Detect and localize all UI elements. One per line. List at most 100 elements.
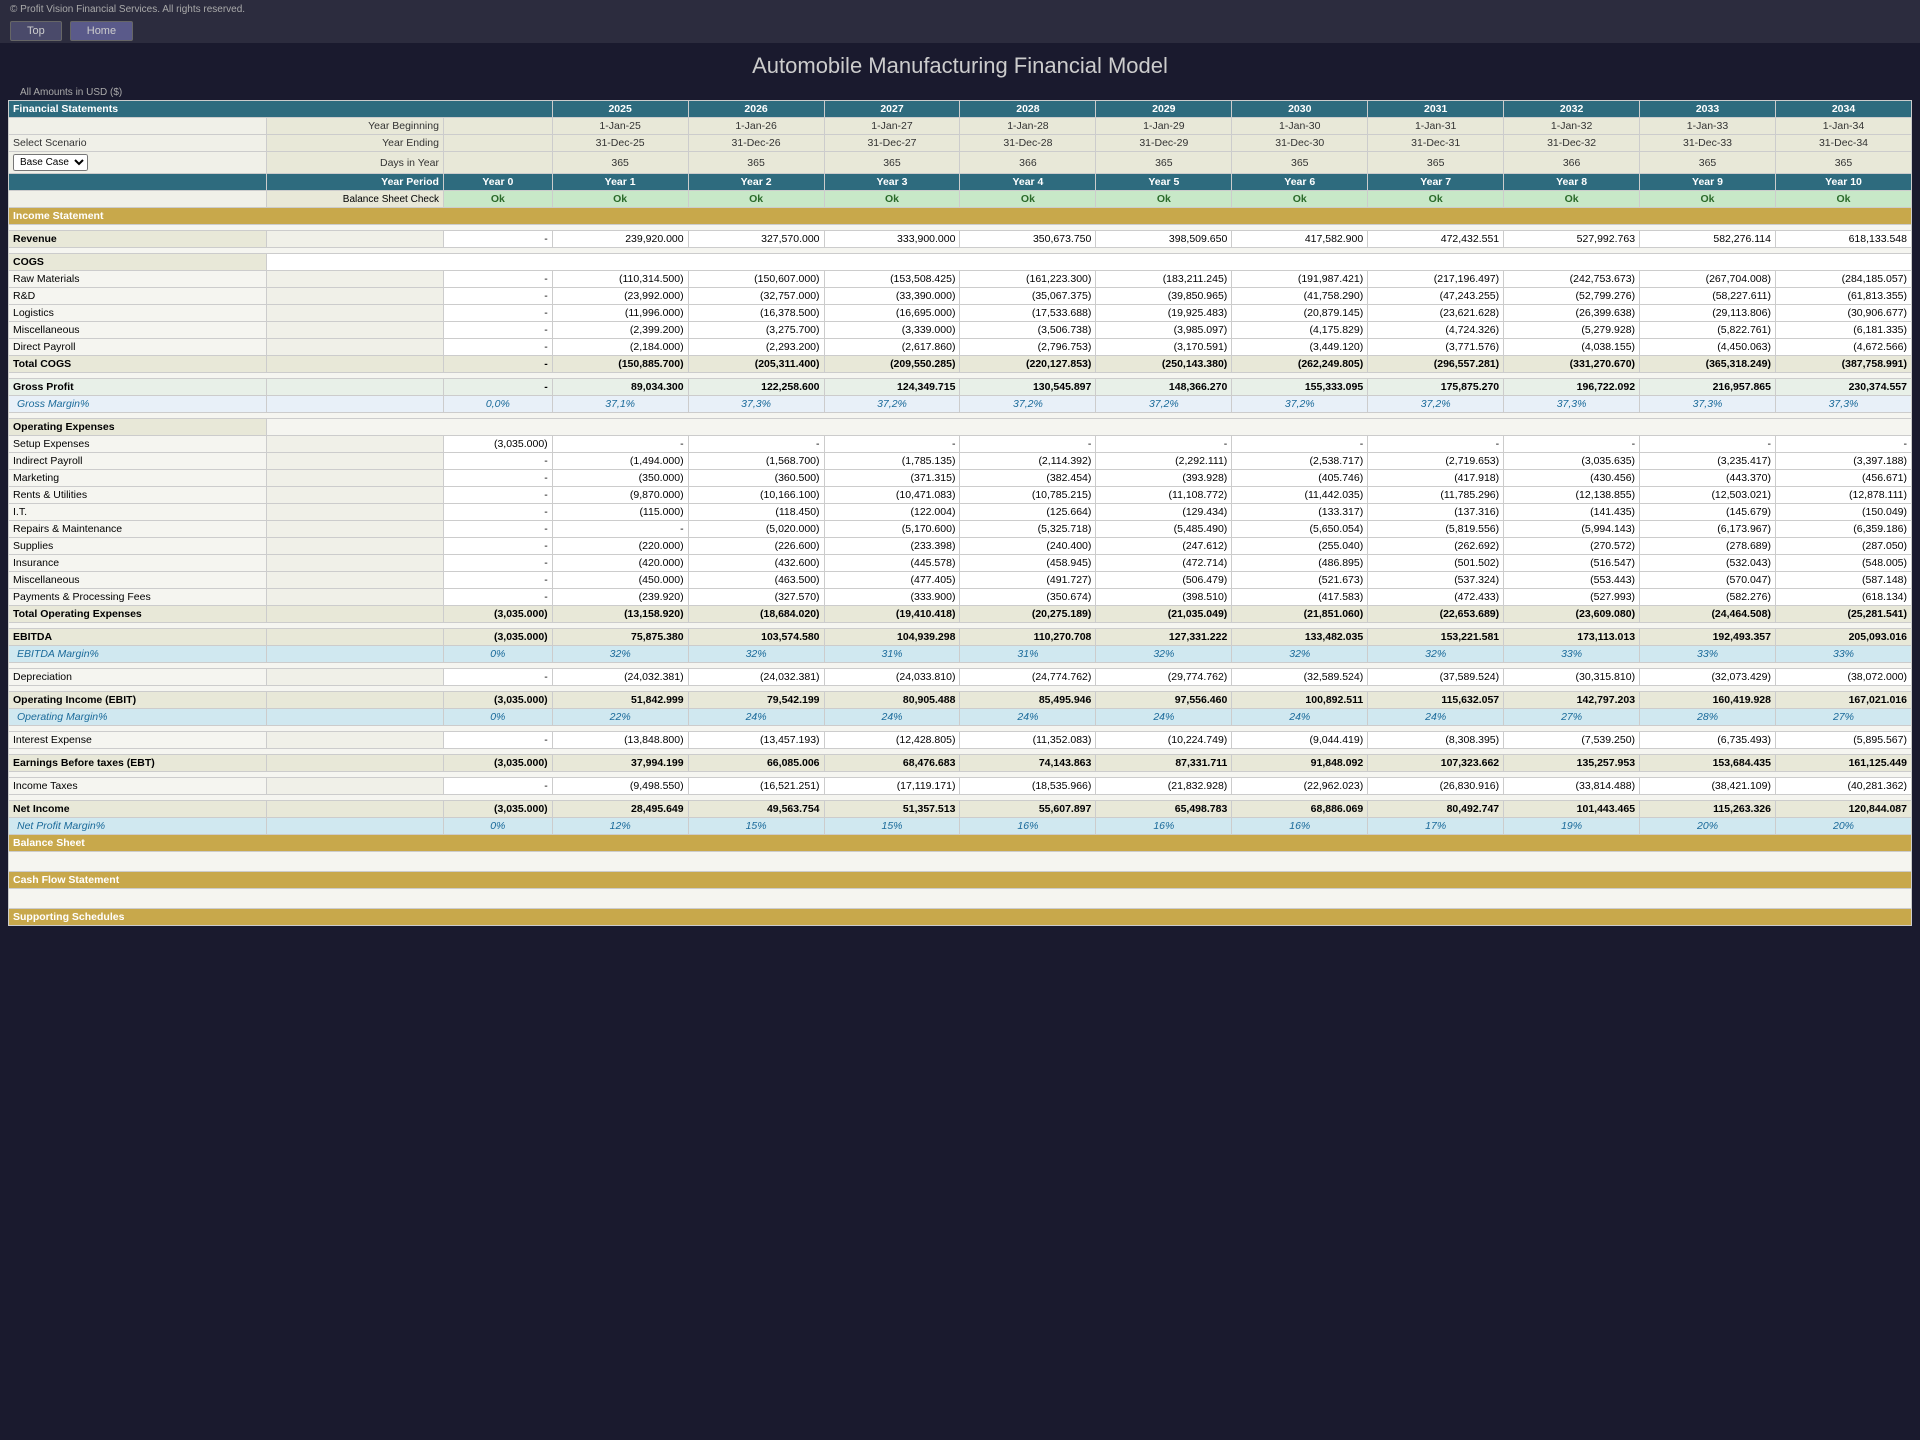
- year-2032: 2032: [1504, 101, 1640, 118]
- ebt-label: Earnings Before taxes (EBT): [9, 755, 267, 772]
- ok-2: Ok: [688, 191, 824, 208]
- opex-header-row: Operating Expenses: [9, 419, 1912, 436]
- year-0-label: Year 0: [443, 174, 552, 191]
- revenue-y5: 398,509.650: [1096, 231, 1232, 248]
- year-2-label: Year 2: [688, 174, 824, 191]
- days-2028: 366: [960, 152, 1096, 174]
- rents-label: Rents & Utilities: [9, 487, 267, 504]
- repairs-label: Repairs & Maintenance: [9, 521, 267, 538]
- year-ending-label: Year Ending: [267, 135, 444, 152]
- revenue-y4: 350,673.750: [960, 231, 1096, 248]
- empty-period-1: [9, 174, 267, 191]
- year-2026: 2026: [688, 101, 824, 118]
- days-label: Days in Year: [267, 152, 444, 174]
- end-2027: 31-Dec-27: [824, 135, 960, 152]
- financial-table: Financial Statements 2025 2026 2027 2028…: [8, 100, 1912, 926]
- ok-8: Ok: [1504, 191, 1640, 208]
- begin-2032: 1-Jan-32: [1504, 118, 1640, 135]
- begin-2029: 1-Jan-29: [1096, 118, 1232, 135]
- home-nav-button[interactable]: Home: [70, 21, 133, 41]
- year-6-label: Year 6: [1232, 174, 1368, 191]
- supplies-label: Supplies: [9, 538, 267, 555]
- days-2031: 365: [1368, 152, 1504, 174]
- balance-sheet-section-row: Balance Sheet: [9, 835, 1912, 852]
- insurance-row: Insurance - (420.000) (432.600) (445.578…: [9, 555, 1912, 572]
- scenario-dropdown-cell[interactable]: Base Case: [9, 152, 267, 174]
- misc-cogs-label: Miscellaneous: [9, 322, 267, 339]
- cogs-header-row: COGS: [9, 254, 1912, 271]
- top-bar: © Profit Vision Financial Services. All …: [0, 0, 1920, 19]
- revenue-y2: 327,570.000: [688, 231, 824, 248]
- net-margin-row: Net Profit Margin% 0% 12% 15% 15% 16% 16…: [9, 818, 1912, 835]
- depreciation-row: Depreciation - (24,032.381) (24,032.381)…: [9, 669, 1912, 686]
- end-2030: 31-Dec-30: [1232, 135, 1368, 152]
- direct-payroll-row: Direct Payroll - (2,184.000) (2,293.200)…: [9, 339, 1912, 356]
- operating-income-row: Operating Income (EBIT) (3,035.000) 51,8…: [9, 692, 1912, 709]
- ebitda-row: EBITDA (3,035.000) 75,875.380 103,574.58…: [9, 629, 1912, 646]
- it-label: I.T.: [9, 504, 267, 521]
- year-beginning-label: Year Beginning: [267, 118, 444, 135]
- year-2030: 2030: [1232, 101, 1368, 118]
- revenue-empty: [267, 231, 444, 248]
- currency-label: All Amounts in USD ($): [8, 85, 1912, 100]
- gross-profit-row: Gross Profit - 89,034.300 122,258.600 12…: [9, 379, 1912, 396]
- ok-9: Ok: [1640, 191, 1776, 208]
- year-4-label: Year 4: [960, 174, 1096, 191]
- revenue-y10: 618,133.548: [1775, 231, 1911, 248]
- total-opex-label: Total Operating Expenses: [9, 606, 267, 623]
- balance-sheet-section: Balance Sheet: [9, 835, 1912, 852]
- payments-row: Payments & Processing Fees - (239.920) (…: [9, 589, 1912, 606]
- begin-2033: 1-Jan-33: [1640, 118, 1776, 135]
- begin-2031: 1-Jan-31: [1368, 118, 1504, 135]
- ebitda-label: EBITDA: [9, 629, 267, 646]
- logistics-row: Logistics - (11,996.000) (16,378.500) (1…: [9, 305, 1912, 322]
- net-margin-label: Net Profit Margin%: [9, 818, 267, 835]
- year-2027: 2027: [824, 101, 960, 118]
- revenue-y3: 333,900.000: [824, 231, 960, 248]
- gross-margin-row: Gross Margin% 0,0% 37,1% 37,3% 37,2% 37,…: [9, 396, 1912, 413]
- ebitda-margin-row: EBITDA Margin% 0% 32% 32% 31% 31% 32% 32…: [9, 646, 1912, 663]
- empty-header-2: [443, 118, 552, 135]
- year-2033: 2033: [1640, 101, 1776, 118]
- days-2032: 366: [1504, 152, 1640, 174]
- year-2034: 2034: [1775, 101, 1911, 118]
- year-1-label: Year 1: [552, 174, 688, 191]
- days-2025: 365: [552, 152, 688, 174]
- direct-payroll-label: Direct Payroll: [9, 339, 267, 356]
- days-2033: 365: [1640, 152, 1776, 174]
- year-period-label: Year Period: [267, 174, 444, 191]
- empty-bs-check-1: [9, 191, 267, 208]
- ok-4: Ok: [960, 191, 1096, 208]
- scenario-select[interactable]: Base Case: [13, 154, 88, 171]
- ok-5: Ok: [1096, 191, 1232, 208]
- end-2026: 31-Dec-26: [688, 135, 824, 152]
- revenue-y9: 582,276.114: [1640, 231, 1776, 248]
- year-2028: 2028: [960, 101, 1096, 118]
- days-2034: 365: [1775, 152, 1911, 174]
- misc-opex-label: Miscellaneous: [9, 572, 267, 589]
- revenue-y7: 472,432.551: [1368, 231, 1504, 248]
- end-2034: 31-Dec-34: [1775, 135, 1911, 152]
- gross-margin-label: Gross Margin%: [9, 396, 267, 413]
- copyright-text: © Profit Vision Financial Services. All …: [10, 4, 245, 15]
- ok-7: Ok: [1368, 191, 1504, 208]
- begin-2030: 1-Jan-30: [1232, 118, 1368, 135]
- logistics-label: Logistics: [9, 305, 267, 322]
- rd-row: R&D - (23,992.000) (32,757.000) (33,390.…: [9, 288, 1912, 305]
- raw-materials-row: Raw Materials - (110,314.500) (150,607.0…: [9, 271, 1912, 288]
- bs-check-label: Balance Sheet Check: [267, 191, 444, 208]
- days-2030: 365: [1232, 152, 1368, 174]
- ok-3: Ok: [824, 191, 960, 208]
- it-row: I.T. - (115.000) (118.450) (122.004) (12…: [9, 504, 1912, 521]
- misc-opex-row: Miscellaneous - (450.000) (463.500) (477…: [9, 572, 1912, 589]
- end-2031: 31-Dec-31: [1368, 135, 1504, 152]
- financial-statements-header: Financial Statements: [9, 101, 553, 118]
- ok-10: Ok: [1775, 191, 1911, 208]
- days-2027: 365: [824, 152, 960, 174]
- end-2032: 31-Dec-32: [1504, 135, 1640, 152]
- year-3-label: Year 3: [824, 174, 960, 191]
- op-margin-label: Operating Margin%: [9, 709, 267, 726]
- empty-header-3: [443, 135, 552, 152]
- end-2028: 31-Dec-28: [960, 135, 1096, 152]
- top-nav-button[interactable]: Top: [10, 21, 62, 41]
